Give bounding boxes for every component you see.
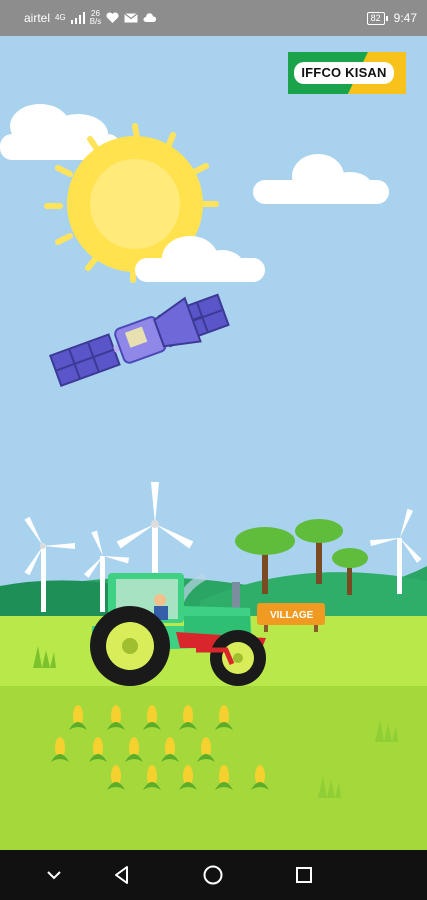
mail-icon [124,13,139,23]
chevron-down-icon[interactable] [41,862,67,888]
carrier-name: airtel [24,11,51,25]
status-bar: airtel 4G 26 B/s 82 9:47 [0,0,427,36]
signal-icon [70,12,85,24]
data-speed: 26 B/s [90,10,102,26]
status-left: airtel 4G 26 B/s [24,0,157,36]
network-type: 4G [55,13,66,22]
logo-text: IFFCO KISAN [294,62,394,84]
recents-icon[interactable] [291,862,317,888]
battery-icon: 82 [366,11,388,25]
heart-icon [106,12,119,23]
home-icon[interactable] [200,862,226,888]
battery-level: 82 [366,11,385,25]
iffco-kisan-logo: IFFCO KISAN [288,52,406,94]
cloud-icon [143,13,157,22]
village-sign-text: VILLAGE [270,610,314,621]
back-icon[interactable] [109,862,135,888]
status-right: 82 9:47 [366,0,417,36]
clock: 9:47 [393,11,417,25]
field-front [0,686,427,850]
farm-scene: VILLAGE [0,36,427,850]
navigation-bar [0,850,427,900]
data-speed-unit: B/s [89,17,102,26]
